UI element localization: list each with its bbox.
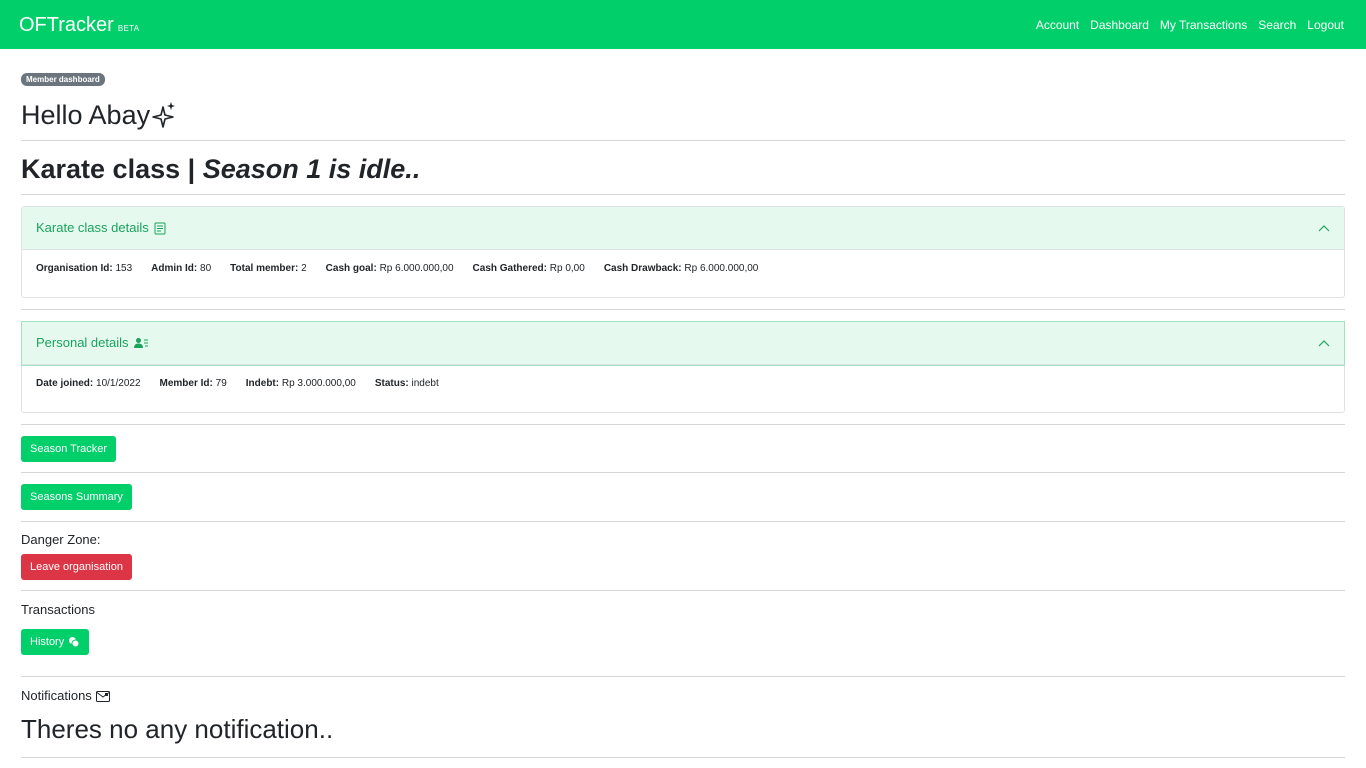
divider [21,590,1345,591]
history-button-label: History [30,636,65,648]
org-details-title: Karate class details [36,220,166,236]
personal-details-body: Date joined: 10/1/2022 Member Id: 79 Ind… [22,365,1344,412]
danger-zone-label: Danger Zone: [21,532,101,547]
nav-link-account[interactable]: Account [1036,17,1079,33]
org-title: Karate class | Season 1 is idle.. [21,153,420,185]
personal-details-accordion: Personal details Date joined: 10/1/2022 … [21,321,1345,413]
detail-date-joined: Date joined: 10/1/2022 [36,378,141,389]
detail-cash-drawback: Cash Drawback: Rp 6.000.000,00 [603,263,759,274]
detail-indebt: Indebt: Rp 3.000.000,00 [245,378,356,389]
divider [21,194,1345,195]
org-details-fields: Organisation Id: 153 Admin Id: 80 Total … [36,262,758,275]
detail-total-member: Total member: 2 [230,263,307,274]
personal-details-fields: Date joined: 10/1/2022 Member Id: 79 Ind… [36,377,439,390]
seasons-summary-button[interactable]: Seasons Summary [21,484,132,510]
divider [21,757,1345,758]
divider [21,140,1345,141]
brand-tag: BETA [117,24,140,33]
detail-status: Status: indebt [374,378,439,389]
divider [21,472,1345,473]
greeting-heading: Hello Abay [21,99,176,131]
notifications-label-text: Notifications [21,688,92,703]
nav-links: Account Dashboard My Transactions Search… [1036,17,1344,33]
detail-cash-goal: Cash goal: Rp 6.000.000,00 [325,263,454,274]
divider [21,309,1345,310]
leave-organisation-button[interactable]: Leave organisation [21,554,132,580]
nav-link-search[interactable]: Search [1258,17,1296,33]
season-status: Season 1 is idle.. [202,154,421,184]
empty-notifications-message: Theres no any notification.. [21,714,334,744]
org-details-accordion: Karate class details Organisation Id: 15… [21,206,1345,298]
org-details-title-text: Karate class details [36,220,149,235]
notifications-label: Notifications [21,688,110,704]
personal-details-toggle[interactable]: Personal details [22,322,1344,365]
personal-details-title-text: Personal details [36,335,129,350]
nav-link-my-transactions[interactable]: My Transactions [1160,17,1247,33]
season-tracker-button[interactable]: Season Tracker [21,436,117,462]
coins-icon [69,637,80,648]
detail-member-id: Member Id: 79 [159,378,227,389]
detail-cash-gathered: Cash Gathered: Rp 0,00 [472,263,585,274]
detail-organisation-id: Organisation Id: 153 [36,263,133,274]
dashboard-badge: Member dashboard [21,73,105,86]
user-list-icon [133,338,148,348]
top-navbar: OFTracker BETA Account Dashboard My Tran… [0,0,1366,49]
chevron-up-icon [1318,340,1330,347]
divider [21,424,1345,425]
nav-link-logout[interactable]: Logout [1307,17,1344,33]
history-button[interactable]: History [21,629,90,655]
greeting-text: Hello Abay [21,100,151,130]
org-name: Karate class [21,154,181,184]
nav-link-dashboard[interactable]: Dashboard [1090,17,1149,33]
title-separator: | [187,154,196,184]
org-details-body: Organisation Id: 153 Admin Id: 80 Total … [22,250,1344,297]
transactions-label: Transactions [21,602,95,617]
chevron-up-icon [1318,225,1330,232]
brand-logo[interactable]: OFTracker BETA [19,13,139,37]
envelope-icon [95,690,110,702]
personal-details-title: Personal details [36,335,148,351]
detail-admin-id: Admin Id: 80 [151,263,212,274]
divider [21,676,1345,677]
divider [21,521,1345,522]
document-icon [154,222,166,234]
org-details-toggle[interactable]: Karate class details [22,207,1344,250]
brand-name: OFTracker [19,14,114,36]
sparkles-icon [152,102,176,128]
